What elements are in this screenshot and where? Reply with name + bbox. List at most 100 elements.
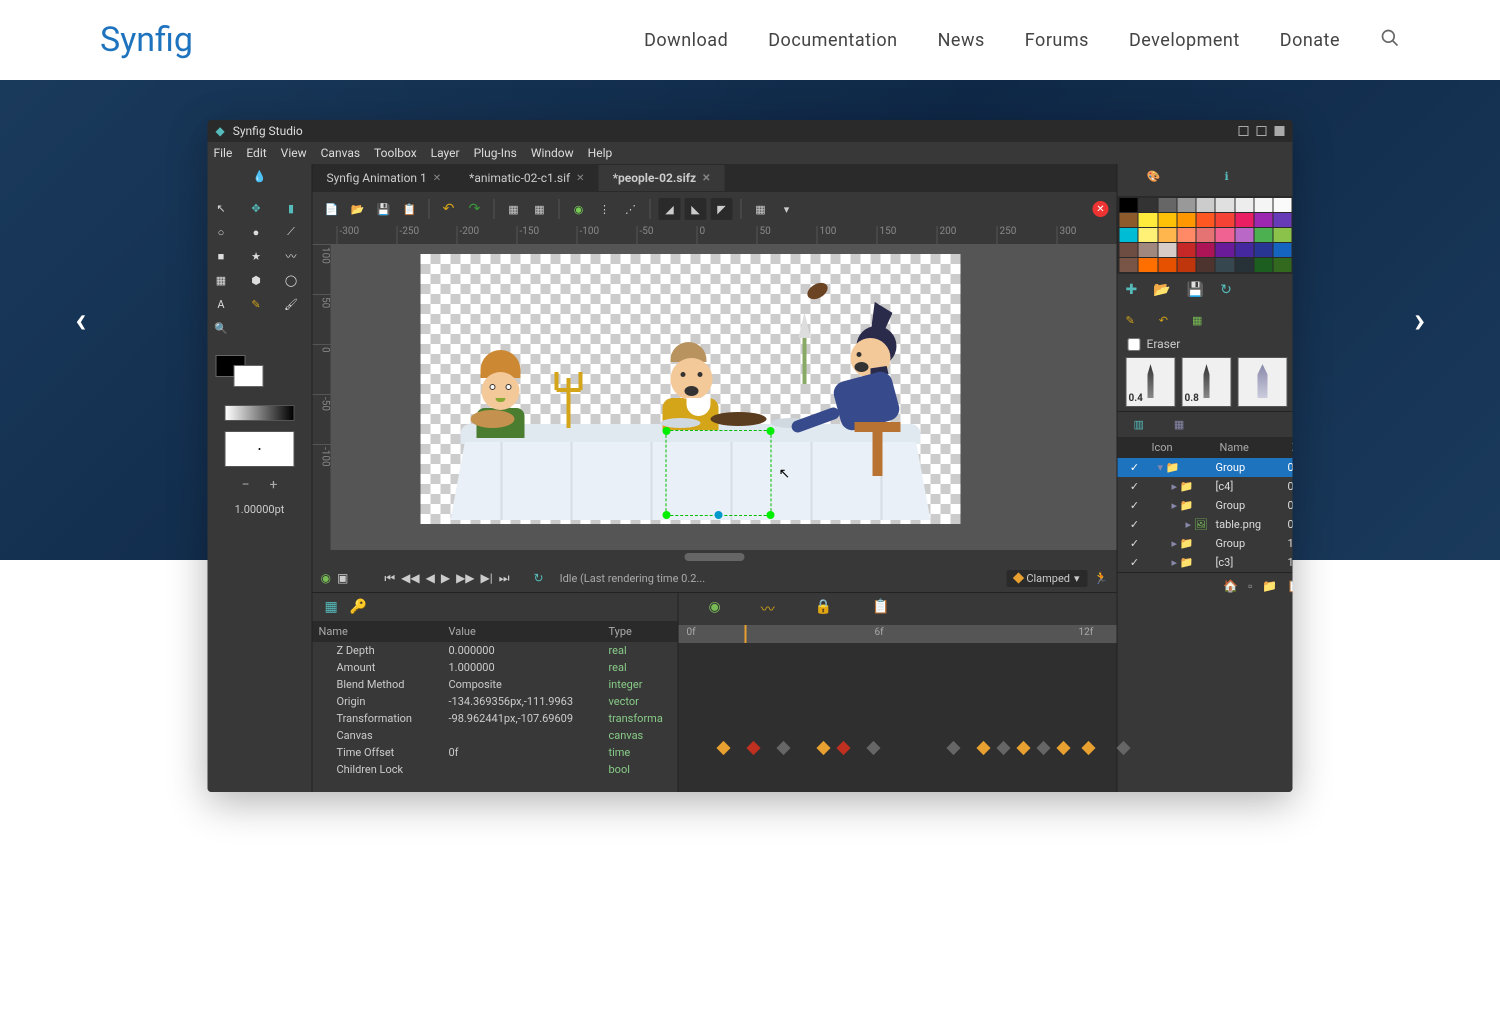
brush-increase-icon[interactable]: + bbox=[270, 477, 278, 493]
snap2-icon[interactable]: ⋰ bbox=[620, 198, 642, 220]
tab-close-icon[interactable]: ✕ bbox=[702, 173, 710, 184]
menu-view[interactable]: View bbox=[281, 146, 307, 160]
gradient-tool-icon[interactable]: ▦ bbox=[212, 271, 230, 289]
render-icon[interactable]: ▦ bbox=[503, 198, 525, 220]
tab-animatic[interactable]: *animatic-02-c1.sif✕ bbox=[455, 165, 598, 191]
loop-icon[interactable]: ↻ bbox=[534, 571, 544, 585]
save-palette-icon[interactable]: 💾 bbox=[1187, 282, 1204, 298]
color-swatch[interactable] bbox=[1235, 198, 1253, 212]
load-palette-icon[interactable]: 📂 bbox=[1153, 282, 1170, 298]
bone-tool-icon[interactable]: ⟋ bbox=[282, 223, 300, 241]
param-row[interactable]: Time Offset0ftime bbox=[313, 744, 678, 761]
brush-tile-pen[interactable] bbox=[1238, 357, 1288, 407]
grid-icon[interactable]: ▦ bbox=[750, 198, 772, 220]
color-swatch[interactable] bbox=[1177, 258, 1195, 272]
color-swatch[interactable] bbox=[1158, 213, 1176, 227]
color-swatch[interactable] bbox=[1274, 228, 1292, 242]
param-row[interactable]: Children Lockbool bbox=[313, 761, 678, 778]
color-swatch[interactable] bbox=[1197, 228, 1215, 242]
canvas-browser-icon[interactable]: ▦ bbox=[1174, 418, 1184, 431]
keyframe-icon[interactable] bbox=[996, 741, 1010, 755]
color-swatch[interactable] bbox=[1216, 213, 1234, 227]
color-swatch[interactable] bbox=[1177, 198, 1195, 212]
color-swatch[interactable] bbox=[1158, 243, 1176, 257]
param-row[interactable]: Canvascanvas bbox=[313, 727, 678, 744]
color-swatch[interactable] bbox=[1254, 258, 1272, 272]
tab-close-icon[interactable]: ✕ bbox=[576, 173, 584, 184]
color-swatch[interactable] bbox=[1274, 258, 1292, 272]
animate-mode-icon[interactable]: 🏃 bbox=[1094, 571, 1109, 585]
color-swatch[interactable] bbox=[1139, 243, 1157, 257]
search-icon[interactable] bbox=[1380, 28, 1400, 52]
brush-tile-04[interactable]: 0.4 bbox=[1126, 357, 1176, 407]
keyframe-icon[interactable] bbox=[1016, 741, 1030, 755]
layer-new-icon[interactable]: 📁 bbox=[1262, 579, 1277, 593]
keyframe-icon[interactable] bbox=[1081, 741, 1095, 755]
horizontal-scrollbar[interactable] bbox=[685, 553, 745, 561]
tab-people[interactable]: *people-02.sifz✕ bbox=[599, 165, 725, 191]
color-swatch[interactable] bbox=[1139, 213, 1157, 227]
lasso-tool-icon[interactable]: ◯ bbox=[282, 271, 300, 289]
fill-circle-icon[interactable]: ● bbox=[247, 223, 265, 241]
menu-edit[interactable]: Edit bbox=[246, 146, 266, 160]
prev-key-icon[interactable]: ◀◀ bbox=[401, 571, 419, 585]
mode2-icon[interactable]: ◣ bbox=[685, 198, 707, 220]
color-swatch[interactable] bbox=[1235, 228, 1253, 242]
maximize-icon[interactable] bbox=[1257, 126, 1267, 136]
menu-layer[interactable]: Layer bbox=[431, 146, 460, 160]
color-swatch[interactable] bbox=[1120, 213, 1138, 227]
color-swatch[interactable] bbox=[1197, 198, 1215, 212]
color-swatch[interactable] bbox=[1197, 213, 1215, 227]
keyframe-icon[interactable] bbox=[976, 741, 990, 755]
selection-box[interactable] bbox=[666, 430, 772, 516]
nav-development[interactable]: Development bbox=[1129, 30, 1240, 51]
param-row[interactable]: Origin-134.369356px,-111.9963vector bbox=[313, 693, 678, 710]
minimize-icon[interactable] bbox=[1239, 126, 1249, 136]
interpolation-dropdown[interactable]: Clamped ▾ bbox=[1006, 570, 1087, 587]
color-swatch[interactable] bbox=[1216, 228, 1234, 242]
color-swatch[interactable] bbox=[1254, 243, 1272, 257]
nav-forums[interactable]: Forums bbox=[1025, 30, 1089, 51]
param-row[interactable]: Transformation-98.962441px,-107.69609tra… bbox=[313, 710, 678, 727]
keyframe-icon[interactable] bbox=[1036, 741, 1050, 755]
curves-icon[interactable]: 〰 bbox=[761, 599, 775, 619]
color-swatch[interactable] bbox=[1235, 243, 1253, 257]
color-swatch[interactable] bbox=[1120, 228, 1138, 242]
brush-edit-icon[interactable]: ✎ bbox=[1126, 314, 1135, 327]
stop-icon[interactable]: ▣ bbox=[337, 571, 348, 585]
brush-tile-08[interactable]: 0.8 bbox=[1182, 357, 1232, 407]
color-swatch[interactable] bbox=[1139, 198, 1157, 212]
record-icon[interactable]: ◉ bbox=[321, 571, 331, 585]
move-tool-icon[interactable]: ✥ bbox=[247, 199, 265, 217]
color-swatch[interactable] bbox=[1197, 258, 1215, 272]
color-swatch[interactable] bbox=[1254, 228, 1272, 242]
param-row[interactable]: Blend MethodCompositeinteger bbox=[313, 676, 678, 693]
color-swatch[interactable] bbox=[1216, 198, 1234, 212]
timeline-ruler[interactable]: 0f 6f 12f bbox=[679, 625, 1117, 643]
dropdown-icon[interactable]: ▾ bbox=[776, 198, 798, 220]
toolbox-tab-icon[interactable]: 💧 bbox=[253, 170, 267, 183]
menu-toolbox[interactable]: Toolbox bbox=[374, 146, 417, 160]
palette-tab-icon[interactable]: 🎨 bbox=[1147, 170, 1167, 190]
menu-help[interactable]: Help bbox=[588, 146, 613, 160]
color-swatch[interactable] bbox=[1158, 198, 1176, 212]
brush-decrease-icon[interactable]: − bbox=[242, 477, 250, 493]
rewind-icon[interactable]: ⏮ bbox=[384, 571, 395, 586]
layer-row[interactable]: ✓▸ 📁Group1.000000 bbox=[1118, 534, 1293, 553]
color-swatch[interactable] bbox=[1139, 228, 1157, 242]
color-swatch[interactable] bbox=[1274, 198, 1292, 212]
color-swatch[interactable] bbox=[1139, 258, 1157, 272]
nav-news[interactable]: News bbox=[938, 30, 985, 51]
menu-canvas[interactable]: Canvas bbox=[321, 146, 360, 160]
layer-up-icon[interactable]: ▫ bbox=[1248, 579, 1252, 593]
color-swatch[interactable] bbox=[1158, 258, 1176, 272]
forward-icon[interactable]: ⏭ bbox=[499, 571, 510, 586]
layer-dup-icon[interactable]: 📋 bbox=[1287, 579, 1292, 593]
keyframe-icon[interactable] bbox=[946, 741, 960, 755]
zoom-tool-icon[interactable]: 🔍 bbox=[212, 319, 230, 337]
param-row[interactable]: Amount1.000000real bbox=[313, 659, 678, 676]
next-key-icon[interactable]: ▶| bbox=[481, 571, 493, 585]
pencil-tool-icon[interactable]: ✎ bbox=[247, 295, 265, 313]
color-swatch[interactable] bbox=[1120, 198, 1138, 212]
snap-icon[interactable]: ⋮ bbox=[594, 198, 616, 220]
